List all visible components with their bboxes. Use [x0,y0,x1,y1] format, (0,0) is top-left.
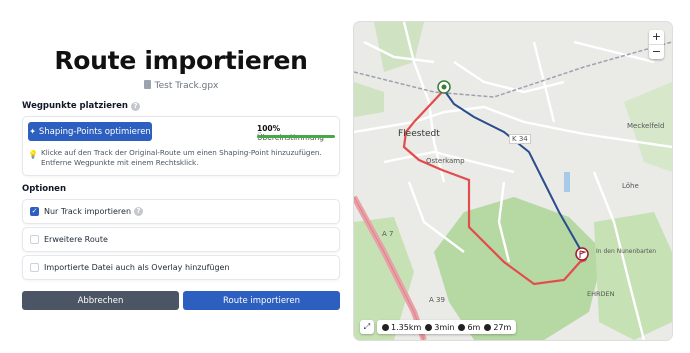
waypoints-heading: Wegpunkte platzieren? [22,101,140,111]
import-dialog: Route importieren Test Track.gpx Wegpunk… [22,0,340,353]
zoom-out-button[interactable]: − [649,45,664,59]
import-route-button[interactable]: Route importieren [183,291,340,310]
option-extend-route[interactable]: Erweitere Route [22,227,340,252]
map-label-street: Osterkamp [426,157,465,165]
checkbox-overlay[interactable] [30,263,39,272]
sparkle-icon: ✦ [29,127,36,136]
fullscreen-icon[interactable]: ⤢ [360,320,374,334]
match-status: 100% Übereinstimmung [257,124,324,142]
map-footer: ⤢ 1.35km 3min 6m 27m [360,320,517,334]
help-icon[interactable]: ? [134,207,144,216]
file-name: Test Track.gpx [22,80,340,91]
shaping-points-button[interactable]: ✦ Shaping-Points optimieren [28,122,152,141]
option-overlay[interactable]: Importierte Datei auch als Overlay hinzu… [22,255,340,280]
duration-icon [425,323,433,331]
map-label-a7: A 7 [382,230,394,238]
waypoints-card: ✦Shaping-Points optimieren 100% Übereins… [22,116,340,176]
zoom-control: + − [649,30,664,59]
file-icon [143,80,151,89]
map-label-town: Fleestedt [398,129,440,139]
map-label-street3: In den Nunenbarten [596,248,657,255]
checkbox-track-only[interactable]: ✓ [30,207,39,216]
option-track-only[interactable]: ✓ Nur Track importieren? [22,199,340,224]
options-heading: Optionen [22,184,66,194]
ascent-icon [458,323,466,331]
zoom-in-button[interactable]: + [649,30,664,44]
cancel-button[interactable]: Abbrechen [22,291,179,310]
waypoints-hint: Klicke auf den Track der Original-Route … [41,148,322,167]
route-stats: 1.35km 3min 6m 27m [377,320,517,334]
help-icon[interactable]: ? [130,102,140,111]
map-label-district: EHRDEN [587,290,615,298]
match-progress-fill [257,135,335,138]
map-label-k34: K 34 [509,134,531,144]
lightbulb-icon: 💡 [28,150,38,159]
map-label-street2: Löhe [622,182,639,190]
descent-icon [484,323,492,331]
dialog-title: Route importieren [54,46,308,75]
map-label-a39: A 39 [429,296,445,304]
match-progress-bar [257,135,335,138]
map-label-town2: Meckelfeld [627,122,665,130]
distance-icon [382,323,389,331]
map-canvas[interactable] [354,22,672,340]
map-view[interactable]: Fleestedt Meckelfeld K 34 A 7 A 39 Oster… [354,22,672,340]
checkbox-extend-route[interactable] [30,235,39,244]
